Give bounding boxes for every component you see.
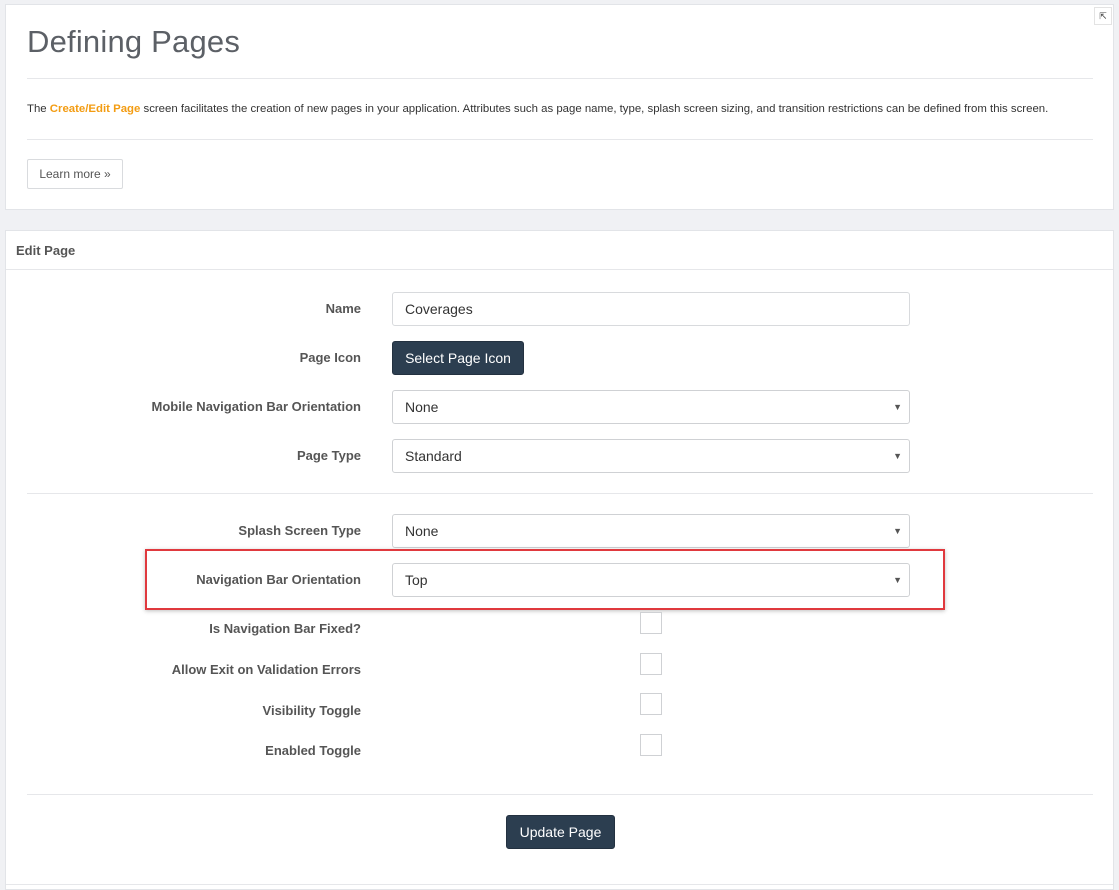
- splash-screen-type-label: Splash Screen Type: [238, 523, 361, 538]
- chevron-down-icon: ▼: [893, 575, 902, 585]
- collapse-icon[interactable]: ⇱: [1094, 7, 1112, 25]
- chevron-down-icon: ▼: [893, 402, 902, 412]
- learn-more-button[interactable]: Learn more »: [27, 159, 123, 189]
- divider: [27, 794, 1093, 795]
- divider: [27, 78, 1093, 79]
- page-type-select[interactable]: Standard ▼: [392, 439, 910, 473]
- panel-footer-divider: [6, 884, 1113, 885]
- divider: [27, 493, 1093, 494]
- description-prefix: The: [27, 103, 50, 115]
- name-label: Name: [325, 301, 361, 316]
- divider: [27, 139, 1093, 140]
- page-icon-label: Page Icon: [299, 350, 361, 365]
- splash-screen-type-select[interactable]: None ▼: [392, 514, 910, 548]
- nav-orientation-value: Top: [405, 572, 428, 588]
- splash-screen-type-value: None: [405, 523, 439, 539]
- allow-exit-checkbox[interactable]: [640, 653, 662, 675]
- mobile-nav-orientation-value: None: [405, 399, 439, 415]
- nav-orientation-select[interactable]: Top ▼: [392, 563, 910, 597]
- mobile-nav-orientation-label: Mobile Navigation Bar Orientation: [151, 399, 361, 414]
- edit-panel-header: Edit Page: [6, 231, 1113, 270]
- mobile-nav-orientation-select[interactable]: None ▼: [392, 390, 910, 424]
- edit-page-panel: Edit Page Name Coverages Page Icon Selec…: [5, 230, 1114, 890]
- enabled-toggle-label: Enabled Toggle: [265, 743, 361, 758]
- chevron-down-icon: ▼: [893, 451, 902, 461]
- page-title: Defining Pages: [27, 24, 241, 59]
- nav-fixed-checkbox[interactable]: [640, 612, 662, 634]
- info-description: The Create/Edit Page screen facilitates …: [27, 103, 1048, 115]
- update-page-button[interactable]: Update Page: [506, 815, 615, 849]
- page-type-label: Page Type: [296, 448, 361, 463]
- description-suffix: screen facilitates the creation of new p…: [140, 103, 1049, 115]
- nav-orientation-label: Navigation Bar Orientation: [196, 572, 361, 587]
- name-input[interactable]: Coverages: [392, 292, 910, 326]
- page-type-value: Standard: [405, 448, 462, 464]
- chevron-down-icon: ▼: [893, 526, 902, 536]
- visibility-toggle-label: Visibility Toggle: [262, 703, 361, 718]
- visibility-toggle-checkbox[interactable]: [640, 693, 662, 715]
- nav-fixed-label: Is Navigation Bar Fixed?: [209, 621, 361, 636]
- select-page-icon-button[interactable]: Select Page Icon: [392, 341, 524, 375]
- description-highlight: Create/Edit Page: [49, 103, 141, 115]
- enabled-toggle-checkbox[interactable]: [640, 734, 662, 756]
- info-panel: ⇱ Defining Pages The Create/Edit Page sc…: [5, 4, 1114, 210]
- allow-exit-label: Allow Exit on Validation Errors: [171, 662, 361, 677]
